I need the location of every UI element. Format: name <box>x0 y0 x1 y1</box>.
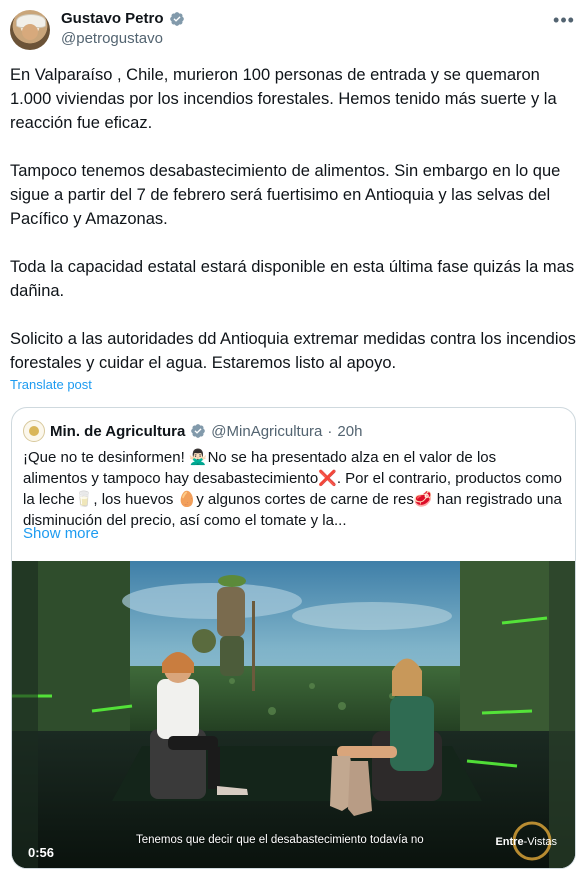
quoted-author-avatar <box>23 420 45 442</box>
author-name-row: Gustavo Petro <box>61 10 185 27</box>
translate-post-link[interactable]: Translate post <box>10 377 92 392</box>
tweet-paragraph: Tampoco tenemos desabastecimiento de ali… <box>10 162 561 228</box>
video-player[interactable]: Tenemos que decir que el desabastecimien… <box>12 561 575 868</box>
tweet-paragraph: Toda la capacidad estatal estará disponi… <box>10 258 575 300</box>
brand-rest: -Vistas <box>523 836 557 848</box>
brand-bold: Entre <box>495 836 524 848</box>
video-caption: Tenemos que decir que el desabastecimien… <box>136 834 424 846</box>
quoted-timestamp: 20h <box>337 422 363 440</box>
quoted-tweet-text: ¡Que no te desinformen! 🙅🏻‍♂️No se ha pr… <box>23 449 562 529</box>
author-name[interactable]: Gustavo Petro <box>61 10 164 27</box>
show-more-link[interactable]: Show more <box>23 525 99 542</box>
video-frame <box>12 561 575 868</box>
verified-badge-icon <box>169 11 184 26</box>
quoted-tweet-card[interactable]: Min. de Agricultura @MinAgricultura · 20… <box>11 407 576 869</box>
quoted-author-handle: @MinAgricultura <box>211 422 323 440</box>
author-avatar[interactable] <box>10 10 50 50</box>
separator-dot: · <box>327 422 333 440</box>
tweet-paragraph: En Valparaíso , Chile, murieron 100 pers… <box>10 66 557 132</box>
quoted-tweet-header: Min. de Agricultura @MinAgricultura · 20… <box>23 420 362 442</box>
author-handle[interactable]: @petrogustavo <box>61 30 163 47</box>
tweet-header: Gustavo Petro @petrogustavo ••• <box>10 8 578 52</box>
video-brand-watermark: Entre-Vistas <box>495 836 557 848</box>
tweet-text: En Valparaíso , Chile, murieron 100 pers… <box>10 63 576 375</box>
more-options-icon[interactable]: ••• <box>553 10 574 30</box>
video-duration: 0:56 <box>28 845 55 860</box>
verified-badge-icon <box>191 424 206 438</box>
quoted-author-name: Min. de Agricultura <box>50 422 186 440</box>
tweet-paragraph: Solicito a las autoridades dd Antioquia … <box>10 330 576 372</box>
